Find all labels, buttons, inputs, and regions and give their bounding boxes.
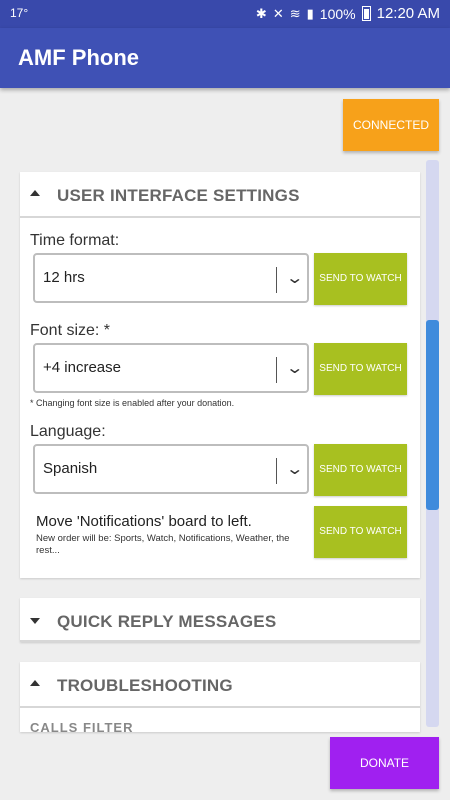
send-language-button[interactable]: SEND TO WATCH — [314, 444, 407, 496]
user-interface-settings-card: USER INTERFACE SETTINGS Time format: 12 … — [20, 172, 420, 578]
language-value: Spanish — [43, 460, 98, 477]
bluetooth-icon: ✱ — [255, 5, 267, 21]
expand-arrow-icon — [30, 618, 40, 624]
time-format-label: Time format: — [30, 232, 120, 249]
temperature: 17° — [10, 6, 29, 20]
status-icons: ✱ ✕ ≋ ▮ 100% 12:20 AM — [256, 5, 440, 22]
troubleshooting-header[interactable]: TROUBLESHOOTING — [20, 662, 420, 708]
battery-icon — [361, 6, 371, 21]
move-notifications-description: New order will be: Sports, Watch, Notifi… — [36, 533, 290, 556]
collapse-arrow-icon — [30, 680, 40, 686]
collapse-arrow-icon — [30, 190, 40, 196]
dropdown-divider — [276, 357, 277, 383]
language-label: Language: — [30, 423, 106, 440]
section-title: QUICK REPLY MESSAGES — [57, 612, 277, 631]
dropdown-divider — [276, 267, 277, 293]
status-bar: 17° ✱ ✕ ≋ ▮ 100% 12:20 AM — [0, 0, 450, 28]
scrollbar-thumb[interactable] — [426, 320, 439, 510]
section-title: USER INTERFACE SETTINGS — [57, 186, 300, 205]
troubleshooting-card: TROUBLESHOOTING CALLS FILTER — [20, 662, 420, 732]
dropdown-divider — [276, 458, 277, 484]
app-title: AMF Phone — [18, 45, 139, 70]
donate-button[interactable]: DONATE — [330, 737, 439, 789]
clock: 12:20 AM — [376, 5, 440, 22]
quick-reply-messages-header[interactable]: QUICK REPLY MESSAGES — [20, 598, 420, 642]
font-size-dropdown[interactable]: +4 increase ⌄ — [33, 343, 309, 393]
font-size-note: * Changing font size is enabled after yo… — [30, 398, 235, 408]
wifi-icon: ≋ — [289, 5, 301, 21]
battery-percentage: 100% — [319, 5, 356, 22]
signal-icon: ▮ — [306, 5, 314, 21]
chevron-down-icon: ⌄ — [285, 461, 305, 478]
mute-icon: ✕ — [272, 5, 284, 21]
chevron-down-icon: ⌄ — [285, 270, 305, 287]
time-format-dropdown[interactable]: 12 hrs ⌄ — [33, 253, 309, 303]
language-dropdown[interactable]: Spanish ⌄ — [33, 444, 309, 494]
chevron-down-icon: ⌄ — [285, 360, 305, 377]
send-time-format-button[interactable]: SEND TO WATCH — [314, 253, 407, 305]
send-font-size-button[interactable]: SEND TO WATCH — [314, 343, 407, 395]
section-title: TROUBLESHOOTING — [57, 676, 233, 695]
connected-button[interactable]: CONNECTED — [343, 99, 439, 151]
quick-reply-messages-card: QUICK REPLY MESSAGES — [20, 598, 420, 642]
font-size-label: Font size: * — [30, 322, 111, 339]
app-bar: AMF Phone — [0, 28, 450, 88]
move-notifications-title: Move 'Notifications' board to left. — [36, 513, 252, 530]
font-size-value: +4 increase — [43, 359, 121, 376]
user-interface-settings-header[interactable]: USER INTERFACE SETTINGS — [20, 172, 420, 218]
send-move-notifications-button[interactable]: SEND TO WATCH — [314, 506, 407, 558]
time-format-value: 12 hrs — [43, 269, 85, 286]
calls-filter-label: CALLS FILTER — [30, 720, 134, 732]
